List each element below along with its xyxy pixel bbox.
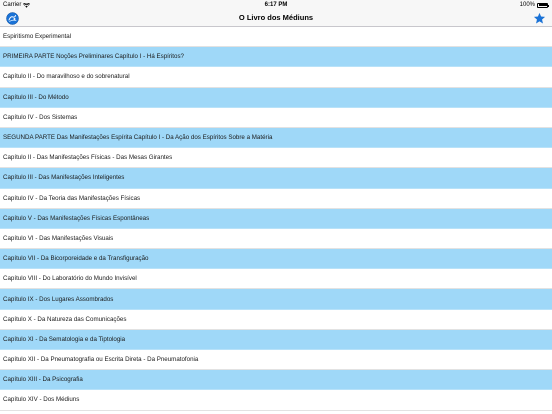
chapter-title: SEGUNDA PARTE Das Manifestações Espírita… bbox=[3, 134, 273, 142]
chapter-list-item[interactable]: Capítulo IV - Dos Sistemas bbox=[0, 108, 552, 128]
status-time: 6:17 PM bbox=[264, 2, 288, 8]
chapter-list-item[interactable]: Capítulo X - Da Natureza das Comunicaçõe… bbox=[0, 310, 552, 330]
chapter-list-item[interactable]: Espiritismo Experimental bbox=[0, 27, 552, 48]
chapter-title: Capítulo XI - Da Sematologia e da Tiptol… bbox=[3, 335, 126, 343]
chapter-list-item[interactable]: Capítulo III - Das Manifestações Intelig… bbox=[0, 168, 552, 189]
chapter-list-item[interactable]: Capítulo IX - Dos Lugares Assombrados bbox=[0, 289, 552, 310]
chapter-list-item[interactable]: SEGUNDA PARTE Das Manifestações Espírita… bbox=[0, 127, 552, 149]
battery-icon bbox=[537, 2, 549, 8]
status-bar: Carrier 6:17 PM 100% bbox=[0, 0, 552, 10]
chapter-title: Capítulo II - Das Manifestações Físicas … bbox=[3, 154, 173, 162]
chapter-title: Capítulo III - Do Método bbox=[3, 93, 69, 101]
chapter-title: Capítulo VII - Da Bicorporeidade e da Tr… bbox=[3, 255, 149, 263]
chapter-title: Capítulo VI - Das Manifestações Visuais bbox=[3, 234, 114, 242]
chapter-title: Capítulo V - Das Manifestações Físicas E… bbox=[3, 214, 150, 222]
chapter-title: Espiritismo Experimental bbox=[3, 33, 72, 41]
navigation-bar: O Livro dos Médiuns bbox=[0, 10, 552, 27]
chapter-list[interactable]: Espiritismo Experimental PRIMEIRA PARTE N… bbox=[0, 27, 552, 414]
chapter-title: Capítulo IV - Dos Sistemas bbox=[3, 113, 78, 121]
chapter-title: Capítulo IV - Da Teoria das Manifestaçõe… bbox=[3, 194, 141, 202]
chapter-title: Capítulo X - Da Natureza das Comunicaçõe… bbox=[3, 315, 127, 323]
chapter-title: Capítulo XII - Da Pneumatografia ou Escr… bbox=[3, 356, 199, 364]
app-screen: Carrier 6:17 PM 100% O Livro dos Médiuns bbox=[0, 0, 552, 414]
chapter-title: Capítulo II - Do maravilhoso e do sobren… bbox=[3, 73, 130, 81]
star-icon[interactable] bbox=[533, 12, 546, 25]
chapter-title: PRIMEIRA PARTE Noções Preliminares Capít… bbox=[3, 53, 184, 61]
chapter-title: Capítulo IX - Dos Lugares Assombrados bbox=[3, 295, 114, 303]
chapter-list-item[interactable]: Capítulo XIII - Da Psicografia bbox=[0, 370, 552, 391]
chapter-list-item[interactable]: Capítulo II - Do maravilhoso e do sobren… bbox=[0, 67, 552, 88]
chapter-list-item[interactable]: Capítulo VI - Das Manifestações Visuais bbox=[0, 229, 552, 250]
chapter-list-item[interactable]: Capítulo XII - Da Pneumatografia ou Escr… bbox=[0, 350, 552, 371]
chapter-list-item[interactable]: Capítulo XIV - Dos Médiuns bbox=[0, 390, 552, 411]
battery-status: 100% bbox=[519, 2, 549, 8]
page-title: O Livro dos Médiuns bbox=[238, 13, 314, 22]
chapter-list-item[interactable]: Capítulo VII - Da Bicorporeidade e da Tr… bbox=[0, 249, 552, 270]
chapter-list-item[interactable]: Capítulo V - Das Manifestações Físicas E… bbox=[0, 208, 552, 229]
chapter-title: Capítulo XIV - Dos Médiuns bbox=[3, 396, 80, 404]
chapter-list-item[interactable]: Capítulo II - Das Manifestações Físicas … bbox=[0, 148, 552, 169]
chapter-title: Capítulo XIII - Da Psicografia bbox=[3, 376, 83, 384]
chapter-list-item[interactable]: PRIMEIRA PARTE Noções Preliminares Capít… bbox=[0, 47, 552, 68]
chapter-list-item[interactable]: Capítulo III - Do Método bbox=[0, 87, 552, 108]
chapter-list-item[interactable]: Capítulo VIII - Do Laboratório do Mundo … bbox=[0, 269, 552, 290]
chapter-list-item[interactable]: Capítulo XI - Da Sematologia e da Tiptol… bbox=[0, 329, 552, 350]
chapter-list-item[interactable]: Capítulo IV - Da Teoria das Manifestaçõe… bbox=[0, 189, 552, 209]
chapter-title: Capítulo VIII - Do Laboratório do Mundo … bbox=[3, 275, 137, 283]
chapter-title: Capítulo III - Das Manifestações Intelig… bbox=[3, 174, 125, 182]
battery-percent: 100% bbox=[519, 2, 535, 8]
